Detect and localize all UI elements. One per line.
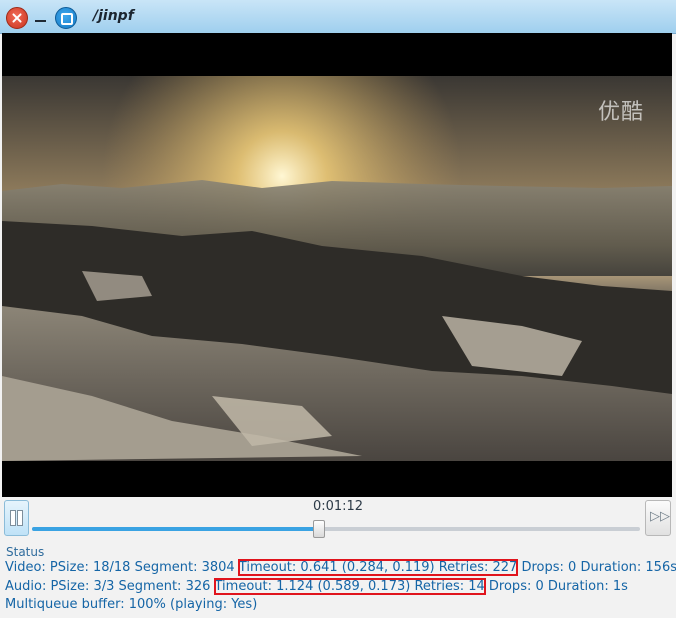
status-panel: Status Video: PSize: 18/18 Segment: 3804… bbox=[0, 543, 676, 618]
video-status-line: Video: PSize: 18/18 Segment: 3804 Timeou… bbox=[5, 558, 676, 577]
landscape-image bbox=[2, 76, 672, 461]
audio-status-prefix: Audio: PSize: 3/3 Segment: 326 bbox=[5, 579, 215, 594]
audio-timeout-retries: Timeout: 1.124 (0.589, 0.173) Retries: 1… bbox=[213, 578, 486, 595]
title-bar: /jinpf bbox=[0, 0, 676, 34]
video-status-prefix: Video: PSize: 18/18 Segment: 3804 bbox=[5, 560, 239, 575]
maximize-icon[interactable] bbox=[55, 7, 77, 29]
multiqueue-status-line: Multiqueue buffer: 100% (playing: Yes) bbox=[5, 597, 258, 612]
close-icon[interactable] bbox=[6, 7, 28, 29]
video-display[interactable]: 优酷 bbox=[2, 33, 672, 497]
watermark-logo: 优酷 bbox=[597, 100, 644, 125]
audio-status-line: Audio: PSize: 3/3 Segment: 326 Timeout: … bbox=[5, 577, 628, 596]
video-status-suffix: Drops: 0 Duration: 156s bbox=[517, 560, 676, 575]
playback-time: 0:01:12 bbox=[312, 499, 364, 514]
window-title: /jinpf bbox=[93, 8, 134, 24]
app-window: /jinpf 优酷 0:01:12 ▷▷ Status Video: PSize… bbox=[0, 0, 676, 618]
fast-forward-button[interactable]: ▷▷ bbox=[645, 500, 671, 536]
playback-controls: 0:01:12 ▷▷ bbox=[0, 497, 676, 543]
seek-handle[interactable] bbox=[312, 520, 325, 538]
minimize-icon[interactable] bbox=[34, 12, 48, 26]
seek-slider[interactable] bbox=[32, 520, 640, 538]
seek-progress bbox=[32, 527, 318, 531]
fast-forward-icon: ▷▷ bbox=[650, 509, 670, 524]
audio-status-suffix: Drops: 0 Duration: 1s bbox=[484, 579, 628, 594]
video-frame: 优酷 bbox=[2, 76, 672, 461]
video-timeout-retries: Timeout: 0.641 (0.284, 0.119) Retries: 2… bbox=[237, 559, 519, 576]
